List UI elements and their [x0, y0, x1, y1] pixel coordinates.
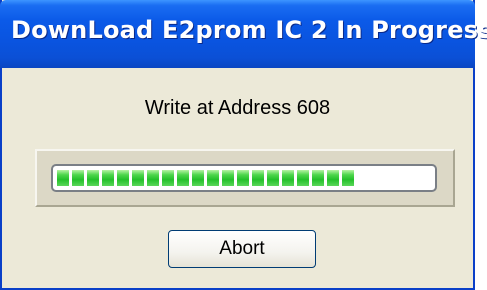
progress-fill	[57, 170, 354, 186]
abort-button[interactable]: Abort	[168, 230, 316, 268]
progress-segment	[147, 170, 159, 186]
progress-segment	[267, 170, 279, 186]
progress-panel	[35, 149, 455, 207]
download-dialog-window: DownLoad E2prom IC 2 In Progress Write a…	[0, 0, 487, 290]
window-title: DownLoad E2prom IC 2 In Progress	[11, 16, 487, 44]
progress-segment	[177, 170, 189, 186]
progress-segment	[132, 170, 144, 186]
progress-segment	[207, 170, 219, 186]
status-label: Write at Address 608	[144, 97, 331, 119]
progress-segment	[237, 170, 249, 186]
progress-segment	[297, 170, 309, 186]
progress-segment	[192, 170, 204, 186]
progress-segment	[102, 170, 114, 186]
title-bar[interactable]: DownLoad E2prom IC 2 In Progress	[0, 0, 487, 68]
progress-segment	[117, 170, 129, 186]
progress-segment	[162, 170, 174, 186]
progress-segment	[87, 170, 99, 186]
progress-segment	[312, 170, 324, 186]
progress-segment	[72, 170, 84, 186]
progress-segment	[252, 170, 264, 186]
progress-segment	[327, 170, 339, 186]
progress-segment	[57, 170, 69, 186]
progress-segment	[342, 170, 354, 186]
progress-segment	[282, 170, 294, 186]
progress-bar	[51, 164, 437, 192]
progress-segment	[222, 170, 234, 186]
